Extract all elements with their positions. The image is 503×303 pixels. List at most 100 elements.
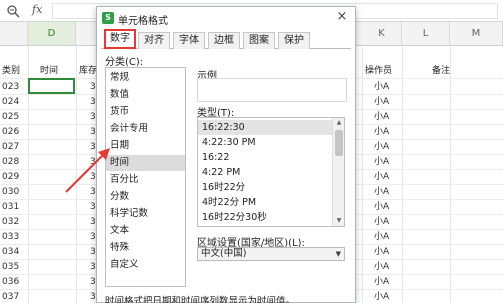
- cell-operator[interactable]: 小A: [374, 170, 389, 185]
- cell-stock[interactable]: 3: [90, 95, 96, 110]
- category-item-text[interactable]: 文本: [106, 223, 185, 239]
- cell-operator[interactable]: 小A: [374, 185, 389, 200]
- cell-id[interactable]: 025: [2, 110, 19, 125]
- category-item-percentage[interactable]: 百分比: [106, 172, 185, 188]
- tab-protection[interactable]: 保护: [278, 32, 310, 49]
- category-item-accounting[interactable]: 会计专用: [106, 121, 185, 137]
- tab-number[interactable]: 数字: [104, 30, 136, 50]
- cell-operator[interactable]: 小A: [374, 275, 389, 290]
- cell-stock[interactable]: 3: [90, 215, 96, 230]
- cell-id[interactable]: 036: [2, 275, 19, 290]
- format-cells-dialog: S 单元格格式 × 数字 对齐 字体 边框 图案 保护 分类(C): 常规 数值…: [96, 6, 356, 303]
- cell-stock[interactable]: 3: [90, 125, 96, 140]
- type-item[interactable]: 16时22分30秒: [198, 210, 332, 225]
- tab-border[interactable]: 边框: [208, 32, 240, 49]
- cell-operator[interactable]: 小A: [374, 95, 389, 110]
- tab-pattern[interactable]: 图案: [243, 32, 275, 49]
- type-item[interactable]: 16:22:30: [198, 120, 332, 135]
- selected-cell[interactable]: [28, 78, 75, 94]
- cell-operator[interactable]: 小A: [374, 80, 389, 95]
- cell-operator[interactable]: 小A: [374, 245, 389, 260]
- cell-stock[interactable]: 3: [90, 140, 96, 155]
- close-icon[interactable]: ×: [335, 10, 349, 24]
- cell-id[interactable]: 029: [2, 170, 19, 185]
- cell-stock[interactable]: 3: [90, 200, 96, 215]
- category-list[interactable]: 常规 数值 货币 会计专用 日期 时间 百分比 分数 科学记数 文本 特殊 自定…: [105, 67, 186, 287]
- cell-id[interactable]: 026: [2, 125, 19, 140]
- cell-id[interactable]: 037: [2, 290, 19, 303]
- column-header-m[interactable]: M: [450, 22, 503, 46]
- cell-stock[interactable]: 3: [90, 110, 96, 125]
- cell-stock[interactable]: 3: [90, 260, 96, 275]
- category-item-currency[interactable]: 货币: [106, 104, 185, 120]
- dialog-tabs: 数字 对齐 字体 边框 图案 保护: [101, 29, 351, 50]
- cell-stock[interactable]: 3: [90, 185, 96, 200]
- cell-stock[interactable]: 3: [90, 290, 96, 303]
- category-label: 分类(C):: [105, 57, 144, 68]
- cell-id[interactable]: 028: [2, 155, 19, 170]
- cell-id[interactable]: 027: [2, 140, 19, 155]
- column-header-l[interactable]: L: [402, 22, 450, 46]
- cell-operator[interactable]: 小A: [374, 110, 389, 125]
- category-item-special[interactable]: 特殊: [106, 240, 185, 256]
- header-time[interactable]: 时间: [40, 64, 58, 79]
- column-header-d[interactable]: D: [28, 22, 76, 46]
- cell-stock[interactable]: 3: [90, 170, 96, 185]
- cell-operator[interactable]: 小A: [374, 200, 389, 215]
- cell-stock[interactable]: 3: [90, 275, 96, 290]
- category-item-custom[interactable]: 自定义: [106, 257, 185, 273]
- format-description: 时间格式把日期和时间序列数显示为时间值。: [105, 296, 296, 303]
- category-item-time[interactable]: 时间: [106, 155, 185, 171]
- type-list[interactable]: 16:22:30 4:22:30 PM 16:22 4:22 PM 16时22分…: [197, 117, 345, 227]
- cell-operator[interactable]: 小A: [374, 125, 389, 140]
- scroll-down-icon[interactable]: ▼: [335, 217, 343, 225]
- cell-operator[interactable]: 小A: [374, 230, 389, 245]
- header-note[interactable]: 备注: [432, 64, 450, 79]
- cell-operator[interactable]: 小A: [374, 260, 389, 275]
- locale-select[interactable]: 中文(中国) ▼: [197, 247, 345, 261]
- scrollbar-thumb[interactable]: [335, 130, 343, 156]
- type-item[interactable]: 4:22 PM: [198, 165, 332, 180]
- cell-id[interactable]: 032: [2, 215, 19, 230]
- type-item[interactable]: 4时22分 PM: [198, 195, 332, 210]
- header-stock[interactable]: 库存: [79, 64, 97, 79]
- dialog-title: 单元格格式: [118, 16, 168, 27]
- tab-font[interactable]: 字体: [173, 32, 205, 49]
- category-item-scientific[interactable]: 科学记数: [106, 206, 185, 222]
- category-item-date[interactable]: 日期: [106, 138, 185, 154]
- category-item-general[interactable]: 常规: [106, 70, 185, 86]
- cell-id[interactable]: 034: [2, 245, 19, 260]
- cell-id[interactable]: 024: [2, 95, 19, 110]
- cell-operator[interactable]: 小A: [374, 290, 389, 303]
- cell-operator[interactable]: 小A: [374, 140, 389, 155]
- cell-stock[interactable]: 3: [90, 80, 96, 95]
- corner-header[interactable]: [0, 22, 28, 46]
- scroll-up-icon[interactable]: ▲: [335, 119, 343, 127]
- header-operator[interactable]: 操作员: [365, 64, 392, 79]
- cell-stock[interactable]: 3: [90, 245, 96, 260]
- fx-icon[interactable]: fx: [32, 3, 42, 16]
- zoom-icon[interactable]: [6, 4, 20, 18]
- cell-stock[interactable]: 3: [90, 230, 96, 245]
- type-item[interactable]: 16:22: [198, 150, 332, 165]
- cell-id[interactable]: 035: [2, 260, 19, 275]
- cell-operator[interactable]: 小A: [374, 215, 389, 230]
- column-header-e[interactable]: [76, 22, 98, 46]
- type-item[interactable]: 16时22分: [198, 180, 332, 195]
- cell-id[interactable]: 031: [2, 200, 19, 215]
- sample-preview: [197, 78, 347, 102]
- header-category[interactable]: 类别: [2, 64, 20, 79]
- column-header-k[interactable]: K: [362, 22, 402, 46]
- locale-value: 中文(中国): [201, 248, 247, 259]
- category-item-number[interactable]: 数值: [106, 87, 185, 103]
- category-item-fraction[interactable]: 分数: [106, 189, 185, 205]
- dialog-titlebar[interactable]: S 单元格格式 ×: [97, 7, 355, 29]
- cell-id[interactable]: 030: [2, 185, 19, 200]
- cell-stock[interactable]: 3: [90, 155, 96, 170]
- tab-alignment[interactable]: 对齐: [138, 32, 170, 49]
- type-item[interactable]: 4:22:30 PM: [198, 135, 332, 150]
- cell-id[interactable]: 033: [2, 230, 19, 245]
- type-list-scrollbar[interactable]: ▲ ▼: [332, 118, 344, 226]
- cell-id[interactable]: 023: [2, 80, 19, 95]
- cell-operator[interactable]: 小A: [374, 155, 389, 170]
